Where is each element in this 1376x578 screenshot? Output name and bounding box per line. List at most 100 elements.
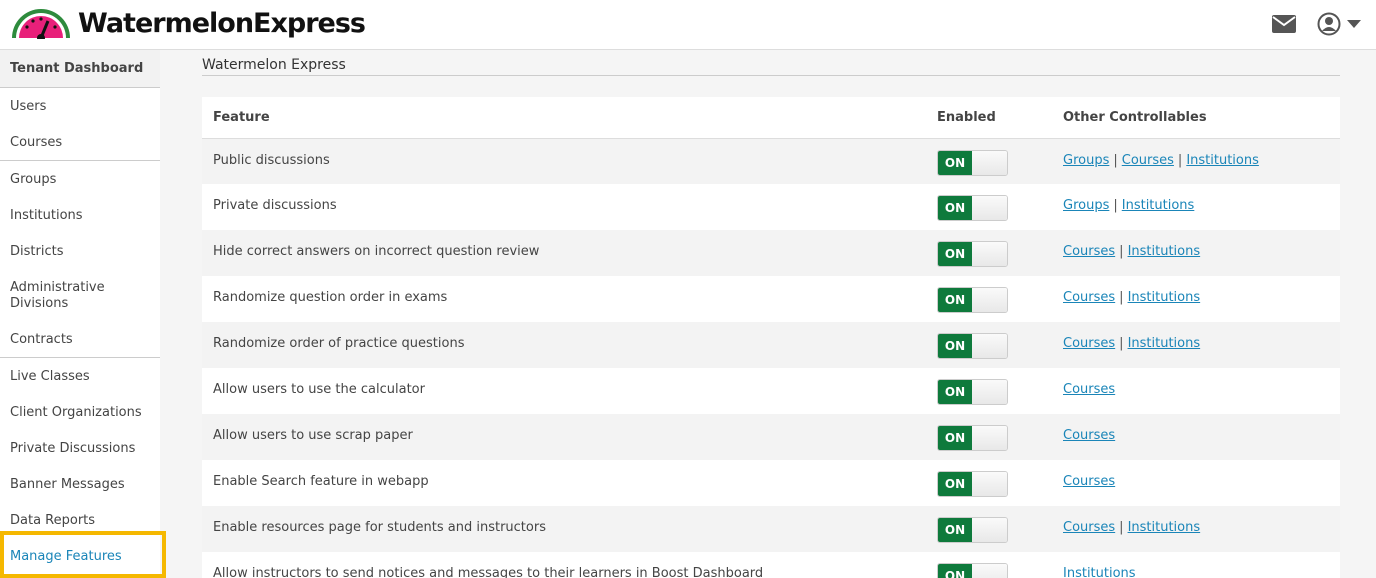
controllable-link-groups[interactable]: Groups bbox=[1063, 198, 1109, 213]
other-controllables-cell: Groups | Institutions bbox=[1052, 184, 1340, 230]
other-controllables-cell: Courses bbox=[1052, 460, 1340, 506]
controllable-link-courses[interactable]: Courses bbox=[1063, 290, 1115, 305]
sidebar-item-users[interactable]: Users bbox=[0, 99, 160, 135]
controllable-link-courses[interactable]: Courses bbox=[1063, 382, 1115, 397]
controllable-link-institutions[interactable]: Institutions bbox=[1186, 153, 1259, 168]
column-header-feature: Feature bbox=[202, 97, 926, 139]
other-controllables-cell: Courses bbox=[1052, 414, 1340, 460]
controllable-link-institutions[interactable]: Institutions bbox=[1122, 198, 1195, 213]
link-separator: | bbox=[1119, 290, 1124, 305]
features-table-body: Public discussions ON Groups | Courses | Insti… bbox=[202, 138, 1340, 578]
table-row: Public discussions ON Groups | Courses | Insti… bbox=[202, 138, 1340, 184]
other-controllables-cell: Courses bbox=[1052, 368, 1340, 414]
mail-icon[interactable] bbox=[1272, 15, 1296, 33]
other-controllables-cell: Courses | Institutions bbox=[1052, 506, 1340, 552]
controllable-link-institutions[interactable]: Institutions bbox=[1128, 336, 1201, 351]
controllable-link-groups[interactable]: Groups bbox=[1063, 153, 1109, 168]
controllable-link-courses[interactable]: Courses bbox=[1063, 244, 1115, 259]
enabled-toggle[interactable]: ON bbox=[937, 471, 1008, 497]
features-table: Feature Enabled Other Controllables Publ… bbox=[202, 97, 1340, 578]
selection-highlight bbox=[0, 531, 166, 578]
sidebar-item-districts[interactable]: Districts bbox=[0, 244, 160, 280]
feature-name: Enable resources page for students and i… bbox=[202, 506, 926, 552]
controllable-link-institutions[interactable]: Institutions bbox=[1128, 520, 1201, 535]
sidebar-item-courses[interactable]: Courses bbox=[0, 135, 160, 160]
enabled-toggle[interactable]: ON bbox=[937, 517, 1008, 543]
toggle-on-label: ON bbox=[938, 150, 972, 175]
controllable-link-courses[interactable]: Courses bbox=[1122, 153, 1174, 168]
feature-name: Randomize order of practice questions bbox=[202, 322, 926, 368]
toggle-on-label: ON bbox=[938, 196, 972, 220]
table-row: Randomize question order in exams ON Cours… bbox=[202, 276, 1340, 322]
sidebar-item-live-classes[interactable]: Live Classes bbox=[0, 369, 160, 405]
enabled-toggle[interactable]: ON bbox=[937, 379, 1008, 405]
controllable-link-courses[interactable]: Courses bbox=[1063, 428, 1115, 443]
enabled-cell: ON bbox=[926, 506, 1052, 552]
link-separator: | bbox=[1113, 152, 1118, 168]
toggle-on-label: ON bbox=[938, 380, 972, 404]
controllable-link-institutions[interactable]: Institutions bbox=[1128, 244, 1201, 259]
controllable-link-institutions[interactable]: Institutions bbox=[1128, 290, 1201, 305]
watermelon-logo-icon bbox=[12, 9, 70, 39]
page-title: Watermelon Express bbox=[202, 57, 346, 73]
link-separator: | bbox=[1119, 520, 1124, 535]
sidebar-item-client-organizations[interactable]: Client Organizations bbox=[0, 405, 160, 441]
sidebar-item-institutions[interactable]: Institutions bbox=[0, 208, 160, 244]
toggle-knob bbox=[972, 472, 1007, 496]
enabled-toggle[interactable]: ON bbox=[937, 333, 1008, 359]
enabled-cell: ON bbox=[926, 184, 1052, 230]
caret-down-icon[interactable] bbox=[1347, 19, 1361, 29]
sidebar-group-2: Groups Institutions Districts Administra… bbox=[0, 161, 160, 358]
enabled-cell: ON bbox=[926, 414, 1052, 460]
enabled-toggle[interactable]: ON bbox=[937, 425, 1008, 451]
toggle-knob bbox=[972, 380, 1007, 404]
sidebar-group-1: Users Courses bbox=[0, 88, 160, 161]
enabled-toggle[interactable]: ON bbox=[937, 241, 1008, 267]
toggle-on-label: ON bbox=[938, 334, 972, 358]
link-separator: | bbox=[1113, 198, 1118, 213]
toggle-knob bbox=[972, 150, 1007, 175]
other-controllables-cell: Courses | Institutions bbox=[1052, 322, 1340, 368]
table-row: Randomize order of practice questions ON C… bbox=[202, 322, 1340, 368]
enabled-cell: ON bbox=[926, 552, 1052, 578]
controllable-link-courses[interactable]: Courses bbox=[1063, 336, 1115, 351]
sidebar-item-banner-messages[interactable]: Banner Messages bbox=[0, 477, 160, 513]
enabled-cell: ON bbox=[926, 460, 1052, 506]
sidebar: Tenant Dashboard Users Courses Groups In… bbox=[0, 50, 160, 578]
feature-name: Private discussions bbox=[202, 184, 926, 230]
feature-name: Randomize question order in exams bbox=[202, 276, 926, 322]
enabled-toggle[interactable]: ON bbox=[937, 195, 1008, 221]
feature-name: Allow users to use the calculator bbox=[202, 368, 926, 414]
toggle-knob bbox=[972, 196, 1007, 220]
table-row: Private discussions ON Groups | Institutions bbox=[202, 184, 1340, 230]
table-row: Enable resources page for students and i… bbox=[202, 506, 1340, 552]
enabled-toggle[interactable]: ON bbox=[937, 563, 1008, 578]
other-controllables-cell: Groups | Courses | Institutions bbox=[1052, 138, 1340, 184]
sidebar-item-contracts[interactable]: Contracts bbox=[0, 332, 160, 357]
enabled-cell: ON bbox=[926, 138, 1052, 184]
top-header: WatermelonExpress bbox=[0, 0, 1376, 50]
controllable-link-courses[interactable]: Courses bbox=[1063, 474, 1115, 489]
link-separator: | bbox=[1119, 336, 1124, 351]
user-avatar-icon[interactable] bbox=[1317, 12, 1341, 36]
toggle-on-label: ON bbox=[938, 242, 972, 266]
controllable-link-institutions[interactable]: Institutions bbox=[1063, 566, 1136, 578]
controllable-link-courses[interactable]: Courses bbox=[1063, 520, 1115, 535]
table-header-row: Feature Enabled Other Controllables bbox=[202, 97, 1340, 139]
sidebar-item-administrative-divisions[interactable]: Administrative Divisions bbox=[0, 280, 160, 332]
other-controllables-cell: Courses | Institutions bbox=[1052, 276, 1340, 322]
column-header-other-controllables: Other Controllables bbox=[1052, 97, 1340, 139]
table-row: Allow users to use the calculator ON Cours… bbox=[202, 368, 1340, 414]
table-row: Allow instructors to send notices and me… bbox=[202, 552, 1340, 578]
feature-name: Allow users to use scrap paper bbox=[202, 414, 926, 460]
toggle-knob bbox=[972, 426, 1007, 450]
sidebar-item-groups[interactable]: Groups bbox=[0, 172, 160, 208]
toggle-knob bbox=[972, 334, 1007, 358]
enabled-cell: ON bbox=[926, 276, 1052, 322]
brand-logo[interactable]: WatermelonExpress bbox=[10, 7, 366, 39]
enabled-toggle[interactable]: ON bbox=[937, 149, 1008, 176]
enabled-toggle[interactable]: ON bbox=[937, 287, 1008, 313]
link-separator: | bbox=[1177, 152, 1183, 168]
enabled-cell: ON bbox=[926, 368, 1052, 414]
sidebar-item-private-discussions[interactable]: Private Discussions bbox=[0, 441, 160, 477]
